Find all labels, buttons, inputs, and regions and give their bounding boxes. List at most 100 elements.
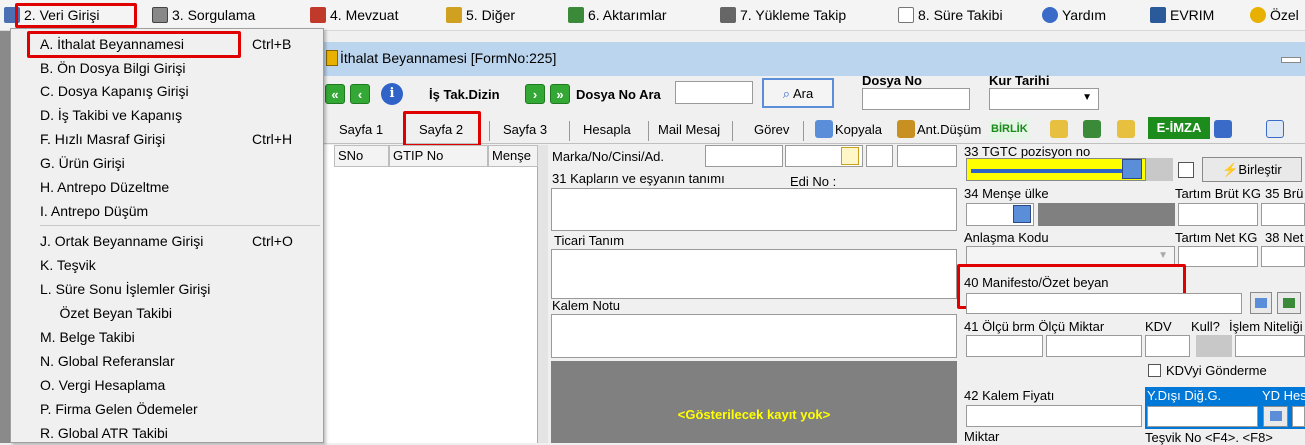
tgtc-checkbox[interactable] <box>1178 162 1194 178</box>
dropdown-item-is-takibi[interactable]: D. İş Takibi ve Kapanış <box>40 107 182 123</box>
manifesto-lookup-button[interactable] <box>1250 292 1272 314</box>
tartim-brut-label: Tartım Brüt KG <box>1175 186 1261 201</box>
dropdown-item-tesvik[interactable]: K. Teşvik <box>40 257 96 273</box>
kdv-gonderme-label: KDVyi Gönderme <box>1166 363 1267 378</box>
tgtc-mask <box>971 169 1141 173</box>
dosya-no-ara-input[interactable] <box>675 81 753 104</box>
first-record-button[interactable]: « <box>325 84 345 104</box>
dropdown-item-belge-takibi[interactable]: M. Belge Takibi <box>40 329 135 345</box>
upload-icon[interactable] <box>1083 120 1101 138</box>
mense-ulke-label: 34 Menşe ülke <box>964 186 1049 201</box>
grid-header-gtip[interactable]: GTIP No <box>389 145 488 167</box>
tartim-net-label: Tartım Net KG <box>1175 230 1258 245</box>
folder-icon[interactable] <box>1050 120 1068 138</box>
lightning-icon: ⚡ <box>1222 162 1239 177</box>
tartim-brut-input[interactable] <box>1178 203 1258 226</box>
ticari-tanim-textarea[interactable] <box>551 249 957 299</box>
tab-gorev[interactable]: Görev <box>754 122 789 137</box>
next-record-button[interactable]: › <box>525 84 545 104</box>
ara-button[interactable]: ⌕ Ara <box>762 78 834 108</box>
chevron-down-icon: ▼ <box>1082 92 1092 103</box>
kalem-fiyati-input[interactable] <box>966 405 1142 427</box>
tab-sayfa-1[interactable]: Sayfa 1 <box>339 122 383 137</box>
minimize-button[interactable] <box>1277 50 1303 66</box>
document-icon[interactable] <box>1266 120 1284 138</box>
ant-dusum-button[interactable]: Ant.Düşüm <box>917 122 981 137</box>
tgtc-input[interactable] <box>966 158 1146 181</box>
tartim-net-input[interactable] <box>1178 246 1258 267</box>
islem-niteligi-input[interactable] <box>1235 335 1305 357</box>
menu-yukleme-takip[interactable]: 7. Yükleme Takip <box>720 3 846 28</box>
edit-icon[interactable] <box>841 147 859 165</box>
dropdown-item-sure-sonu[interactable]: L. Süre Sonu İşlemler Girişi <box>40 281 210 297</box>
marka-input[interactable] <box>705 145 783 167</box>
lookup-icon[interactable] <box>1122 159 1142 179</box>
menu-evrim[interactable]: EVRIM <box>1150 3 1214 28</box>
dropdown-item-urun[interactable]: G. Ürün Girişi <box>40 155 125 171</box>
manifesto-list-button[interactable] <box>1277 292 1301 314</box>
dosya-no-input[interactable] <box>862 88 970 110</box>
dropdown-item-dosya-kapanis[interactable]: C. Dosya Kapanış Girişi <box>40 83 189 99</box>
tab-mail-mesaj[interactable]: Mail Mesaj <box>658 122 720 137</box>
books-icon <box>310 7 326 23</box>
e-imza-button[interactable]: E-İMZA <box>1148 117 1210 139</box>
menu-aktarimlar[interactable]: 6. Aktarımlar <box>568 3 667 28</box>
miktar-label: Miktar <box>964 429 1000 444</box>
grid-header-sno[interactable]: SNo <box>334 145 389 167</box>
menu-diger[interactable]: 5. Diğer <box>446 3 515 28</box>
menu-ozel[interactable]: Özel <box>1250 3 1299 28</box>
ydisi-input[interactable] <box>1147 406 1258 427</box>
grid-header-mense[interactable]: Menşe <box>488 145 538 167</box>
calculator-button[interactable] <box>1263 406 1288 427</box>
tab-hesapla[interactable]: Hesapla <box>583 122 631 137</box>
olcu-miktar-input[interactable] <box>1046 335 1142 357</box>
kdv-gonderme-checkbox[interactable] <box>1148 364 1161 377</box>
olcu-brm-input[interactable] <box>966 335 1043 357</box>
birlestir-button[interactable]: ⚡Birleştir <box>1202 157 1302 182</box>
yd-hes-input[interactable] <box>1292 406 1305 427</box>
dropdown-item-ortak-beyanname[interactable]: J. Ortak Beyanname Girişi <box>40 233 203 249</box>
dropdown-item-antrepo-dusum[interactable]: I. Antrepo Düşüm <box>40 203 148 219</box>
manifesto-input[interactable] <box>966 293 1242 314</box>
tab-separator <box>569 121 570 141</box>
dropdown-item-global-referanslar[interactable]: N. Global Referanslar <box>40 353 175 369</box>
dropdown-item-global-atr[interactable]: R. Global ATR Takibi <box>40 425 168 441</box>
last-record-button[interactable]: » <box>550 84 570 104</box>
dropdown-item-ozet-beyan[interactable]: Özet Beyan Takibi <box>40 305 172 321</box>
menu-sorgulama[interactable]: 3. Sorgulama <box>152 3 255 28</box>
dropdown-item-antrepo-duzeltme[interactable]: H. Antrepo Düzeltme <box>40 179 169 195</box>
transfer-icon <box>568 7 584 23</box>
brut-35-input[interactable] <box>1261 203 1305 226</box>
tab-separator <box>489 121 490 141</box>
menu-sure-takibi[interactable]: 8. Süre Takibi <box>898 3 1003 28</box>
dropdown-item-firma-odemeler[interactable]: P. Firma Gelen Ödemeler <box>40 401 198 417</box>
marka-input-3[interactable] <box>866 145 893 167</box>
kaplar-textarea[interactable] <box>551 188 957 231</box>
menu-mevzuat[interactable]: 4. Mevzuat <box>310 3 398 28</box>
kdv-input[interactable] <box>1145 335 1190 357</box>
birlik-button[interactable]: BİRLİK <box>989 119 1030 139</box>
chevron-down-icon: ▼ <box>1158 250 1168 261</box>
menu-yardim[interactable]: Yardım <box>1042 3 1106 28</box>
grid-icon <box>1255 298 1267 308</box>
signature-icon[interactable] <box>1214 120 1232 138</box>
kopyala-button[interactable]: Kopyala <box>835 122 882 137</box>
marka-input-4[interactable] <box>897 145 957 167</box>
tab-separator <box>732 121 733 141</box>
marka-label: Marka/No/Cinsi/Ad. <box>552 149 664 164</box>
grid-splitter[interactable] <box>538 145 548 443</box>
dropdown-item-on-dosya[interactable]: B. Ön Dosya Bilgi Girişi <box>40 60 185 76</box>
folder-arrow-icon[interactable] <box>1117 120 1135 138</box>
menu-label: EVRIM <box>1170 7 1215 23</box>
prev-record-button[interactable]: ‹ <box>350 84 370 104</box>
kalem-notu-textarea[interactable] <box>551 314 957 358</box>
info-icon[interactable]: i <box>381 83 403 105</box>
menu-label: Özel <box>1270 7 1299 23</box>
net-38-input[interactable] <box>1261 246 1305 267</box>
tab-separator <box>648 121 649 141</box>
tab-sayfa-3[interactable]: Sayfa 3 <box>503 122 547 137</box>
kur-tarihi-select[interactable]: ▼ <box>989 88 1099 110</box>
lookup-icon[interactable] <box>1013 205 1031 223</box>
dropdown-item-hizli-masraf[interactable]: F. Hızlı Masraf Girişi <box>40 131 165 147</box>
dropdown-item-vergi-hesaplama[interactable]: O. Vergi Hesaplama <box>40 377 165 393</box>
